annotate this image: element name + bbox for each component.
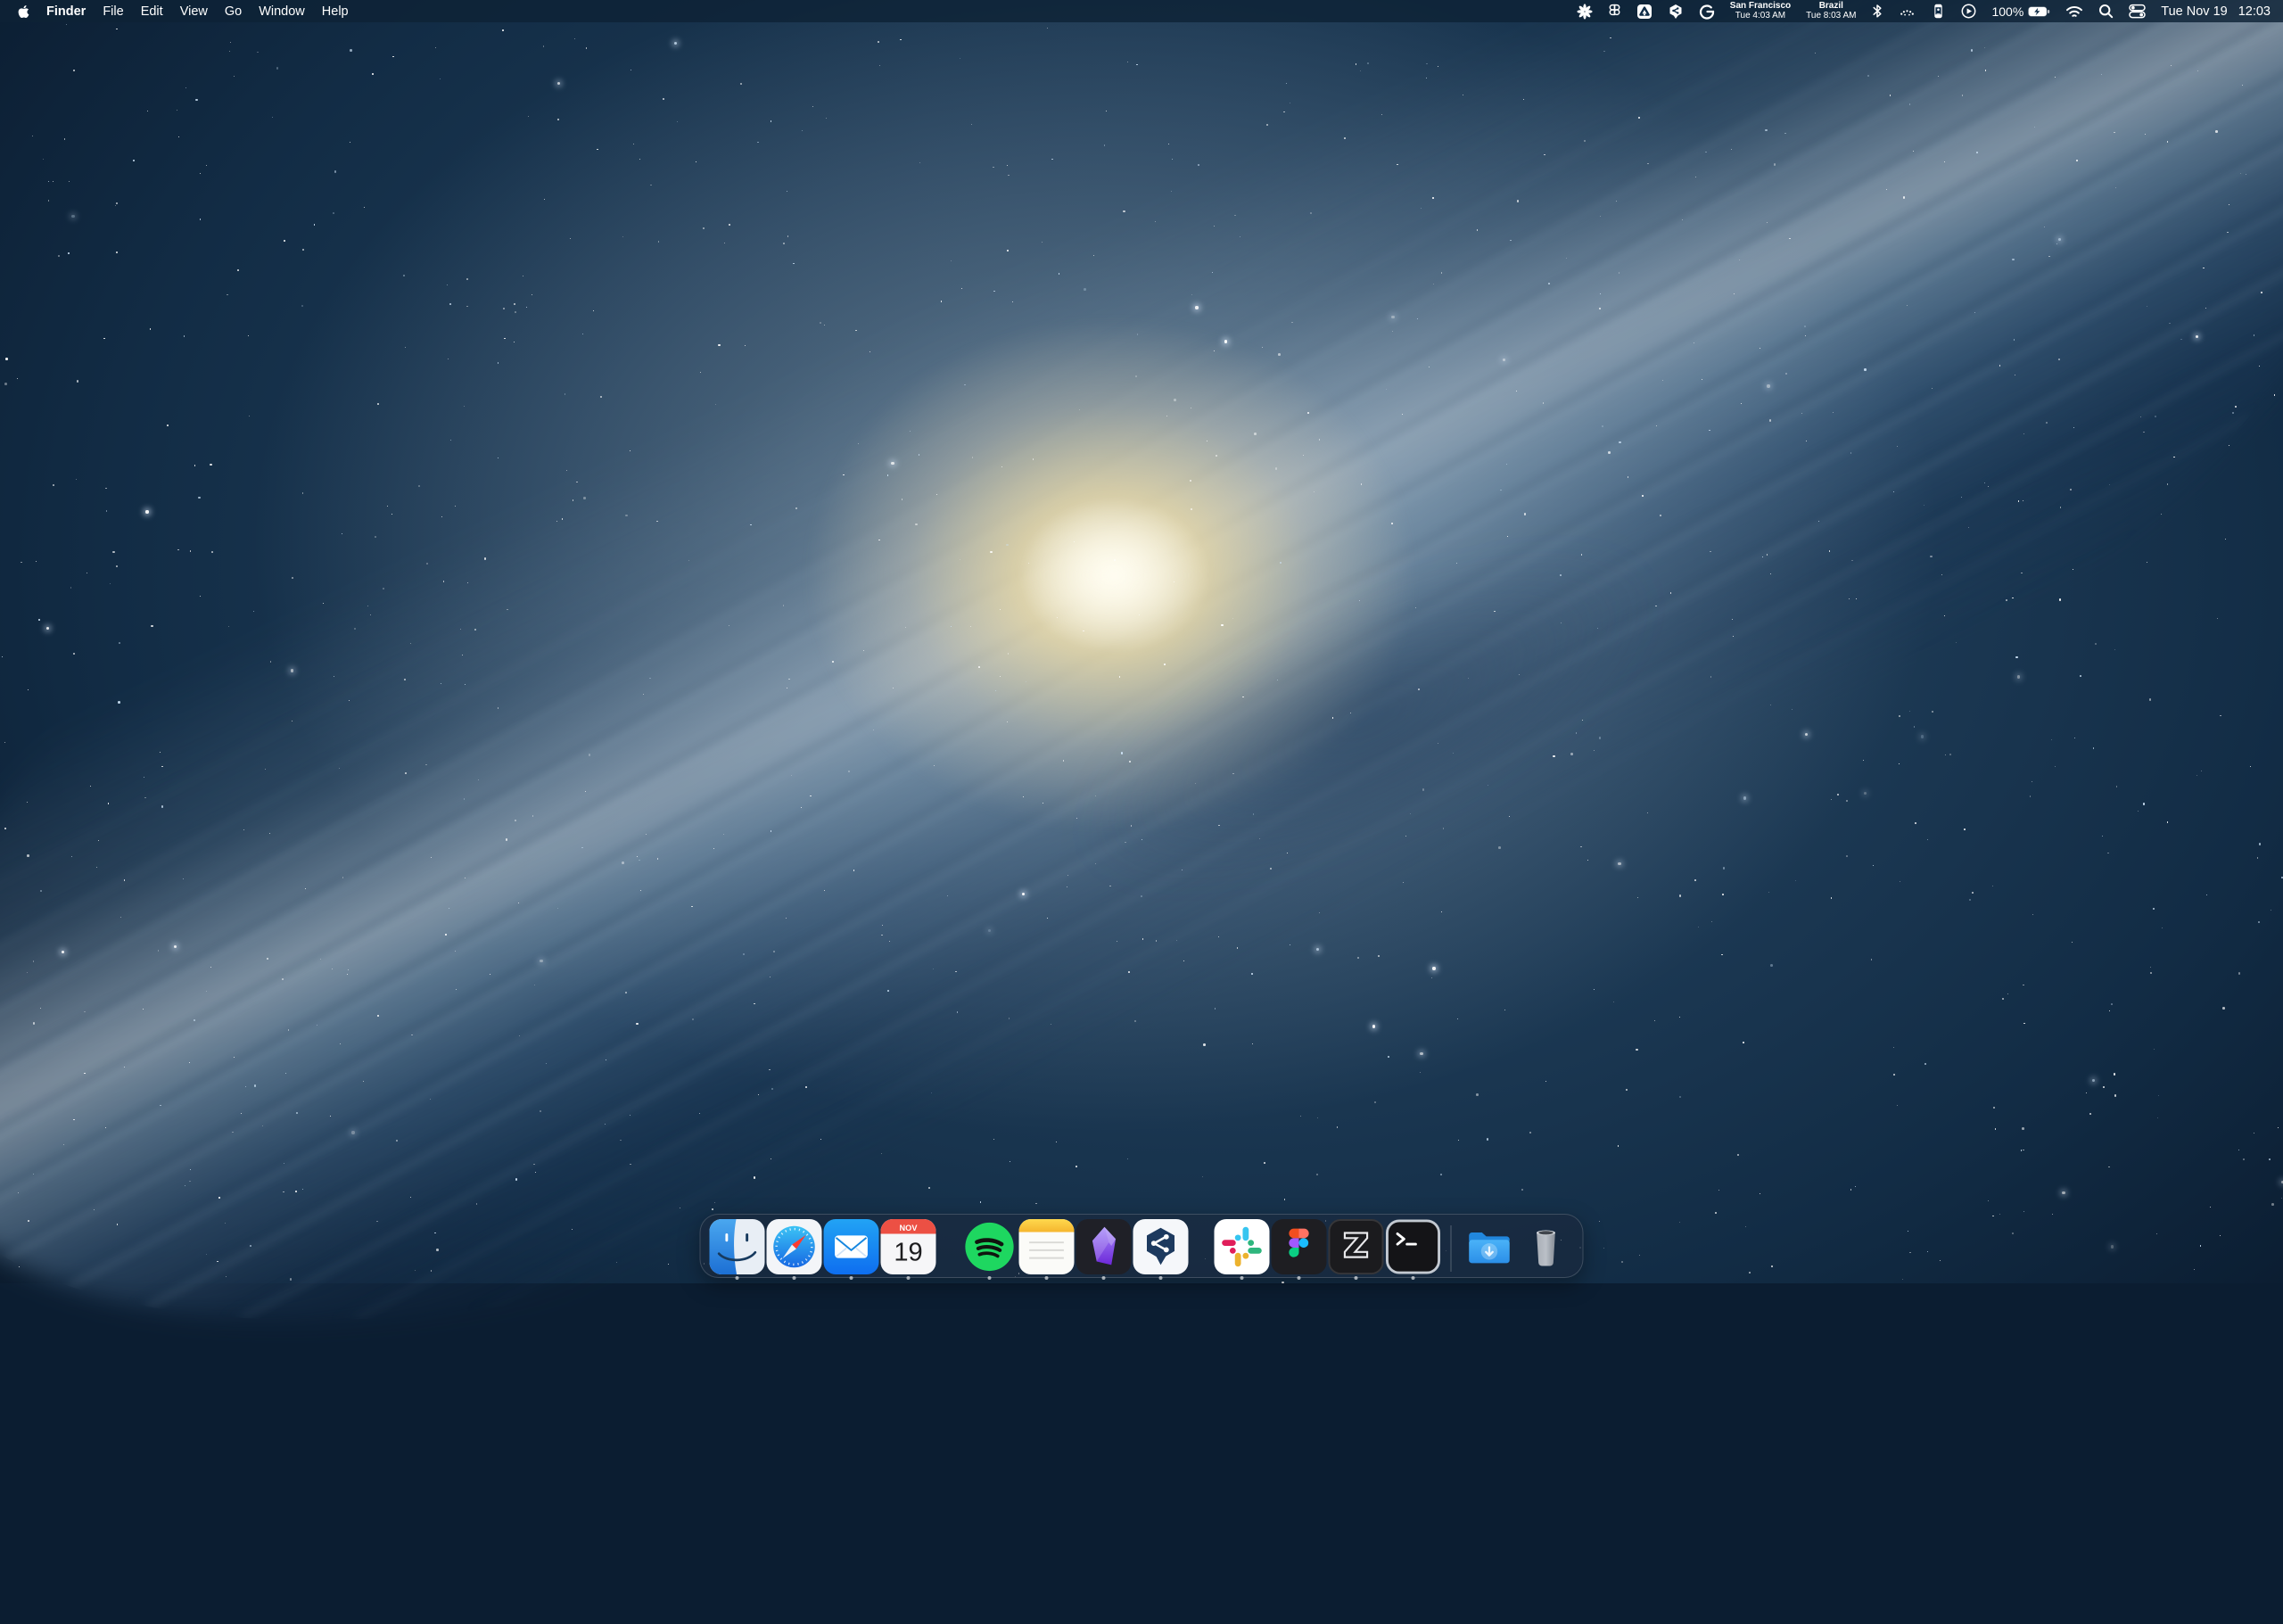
running-indicator [1412,1276,1415,1280]
menu-file[interactable]: File [103,4,123,19]
menu-bar-status-area: San Francisco Tue 4:03 AM Brazil Tue 8:0… [1577,2,2271,21]
spotlight-search-icon[interactable] [2098,4,2114,19]
dock-divider [1451,1225,1452,1272]
dock-downloads-folder[interactable] [1462,1219,1517,1274]
menu-bar-clock[interactable]: Tue Nov 19 12:03 [2161,4,2271,19]
dotted-arc-icon[interactable] [1899,4,1916,19]
dock-slack[interactable] [1215,1219,1270,1274]
dock-safari[interactable] [767,1219,822,1274]
menu-go[interactable]: Go [225,4,242,19]
world-clock-brazil[interactable]: Brazil Tue 8:03 AM [1806,2,1856,21]
now-playing-icon[interactable] [1961,4,1976,19]
dock-spacer [937,1219,961,1274]
running-indicator [1240,1276,1244,1280]
running-indicator [1045,1276,1049,1280]
dock-notes[interactable] [1019,1219,1075,1274]
menu-app-name[interactable]: Finder [46,4,86,19]
triangle-app-icon[interactable] [1636,4,1652,20]
figma-outline-icon[interactable] [1608,4,1621,20]
menu-bar: Finder File Edit View Go Window Help [0,0,2283,22]
running-indicator [907,1276,911,1280]
dock-obsidian[interactable] [1076,1219,1132,1274]
dock-calendar[interactable]: NOV 19 [881,1219,936,1274]
desktop-wallpaper [0,0,2283,1283]
menu-help[interactable]: Help [322,4,349,19]
battery-percent: 100% [1991,4,2023,19]
flower-burst-icon[interactable] [1577,4,1593,20]
running-indicator [988,1276,992,1280]
running-indicator [793,1276,796,1280]
dock-spacer [1190,1219,1214,1274]
running-indicator [736,1276,739,1280]
menu-bar-date: Tue Nov 19 [2161,4,2227,19]
control-center-icon[interactable] [2129,4,2146,19]
dock-mail[interactable] [824,1219,879,1274]
menu-view[interactable]: View [180,4,208,19]
dock-finder[interactable] [710,1219,765,1274]
dock: NOV 19 [700,1214,1584,1278]
running-indicator [1159,1276,1163,1280]
menu-window[interactable]: Window [259,4,305,19]
menu-bar-left: Finder File Edit View Go Window Help [18,4,349,19]
g-app-icon[interactable] [1699,4,1715,20]
running-indicator [1102,1276,1106,1280]
world-clock-san-francisco[interactable]: San Francisco Tue 4:03 AM [1730,2,1791,21]
bluetooth-icon[interactable] [1871,4,1883,19]
menu-edit[interactable]: Edit [141,4,163,19]
battery-charging-icon [2028,4,2050,19]
dock-terminal[interactable] [1386,1219,1441,1274]
dock-figma[interactable] [1272,1219,1327,1274]
menu-bar-time: 12:03 [2238,4,2271,19]
svg-text:19: 19 [894,1239,922,1267]
dock-zed[interactable] [1329,1219,1384,1274]
wifi-icon[interactable] [2065,4,2083,19]
iphone-mirroring-icon[interactable] [1931,4,1946,19]
running-indicator [1298,1276,1301,1280]
apple-menu-icon[interactable] [18,4,29,19]
dock-hexagon-share-app[interactable] [1133,1219,1189,1274]
running-indicator [1355,1276,1358,1280]
dock-spotify[interactable] [962,1219,1018,1274]
svg-text:NOV: NOV [900,1224,919,1232]
hexagon-share-icon[interactable] [1668,4,1684,20]
dock-trash[interactable] [1519,1219,1574,1274]
battery-status[interactable]: 100% [1991,4,2050,19]
running-indicator [850,1276,853,1280]
